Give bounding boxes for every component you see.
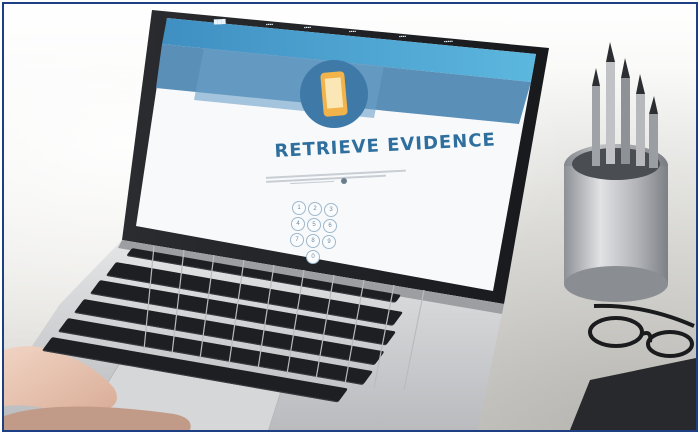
photo-frame: ▇▇▇ ▪▪▪▪ ▪▪▪▪ ▪▪▪▪ ▪▪▪▪ ▪▪▪▪▪ RETRIEVE E… (2, 2, 698, 432)
keyboard (4, 4, 696, 430)
